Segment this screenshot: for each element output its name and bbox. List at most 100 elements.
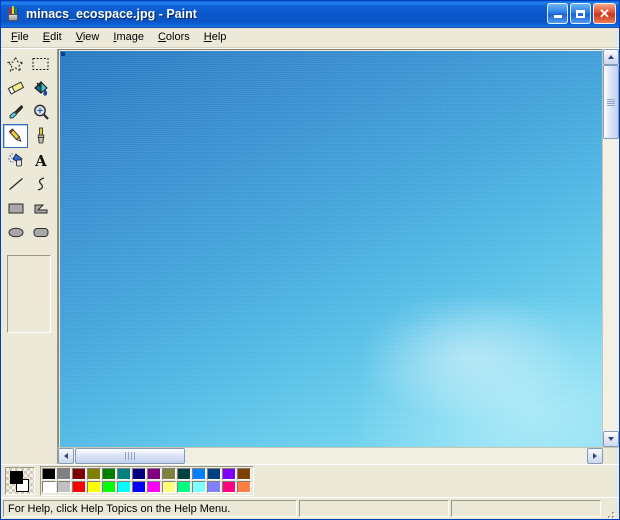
tool-text[interactable]: A xyxy=(28,148,53,172)
menu-item-image[interactable]: Image xyxy=(106,29,151,46)
canvas-pane xyxy=(57,49,619,464)
photo-grain xyxy=(60,51,602,447)
palette-swatches xyxy=(40,466,254,496)
maximize-button[interactable] xyxy=(570,3,591,24)
horizontal-scroll-thumb[interactable] xyxy=(75,448,185,464)
vertical-scroll-thumb[interactable] xyxy=(603,65,619,139)
scroll-left-button[interactable] xyxy=(58,448,74,464)
menu-label-file: ile xyxy=(17,31,29,43)
palette-swatch-1-9[interactable] xyxy=(177,468,191,480)
palette-swatch-1-13[interactable] xyxy=(237,468,251,480)
tool-options-panel xyxy=(7,255,51,333)
chevron-left-icon xyxy=(64,453,68,459)
window-title: minacs_ecospace.jpg - Paint xyxy=(26,7,197,21)
palette-swatch-1-10[interactable] xyxy=(192,468,206,480)
palette-swatch-1-12[interactable] xyxy=(222,468,236,480)
palette-swatch-2-5[interactable] xyxy=(117,481,131,493)
svg-text:A: A xyxy=(34,152,47,168)
menu-label-image: mage xyxy=(116,31,144,43)
tool-pencil[interactable] xyxy=(3,124,28,148)
menu-item-edit[interactable]: Edit xyxy=(36,29,69,46)
paint-window: minacs_ecospace.jpg - Paint ✕ File Edit … xyxy=(0,0,620,520)
tool-fill[interactable] xyxy=(28,76,53,100)
palette-swatch-1-0[interactable] xyxy=(42,468,56,480)
palette-swatch-1-4[interactable] xyxy=(102,468,116,480)
scroll-up-button[interactable] xyxy=(603,49,619,65)
tool-rectangle-select[interactable] xyxy=(28,52,53,76)
tool-rectangle[interactable] xyxy=(3,196,28,220)
menu-label-colors: olors xyxy=(165,31,190,43)
tool-pick-color[interactable] xyxy=(3,100,28,124)
menu-label-edit: dit xyxy=(50,31,62,43)
current-colors-indicator[interactable] xyxy=(5,467,35,495)
palette-swatch-1-3[interactable] xyxy=(87,468,101,480)
client-area: A xyxy=(1,48,619,464)
tool-free-form-select[interactable] xyxy=(3,52,28,76)
foreground-color-swatch[interactable] xyxy=(10,471,23,484)
scrollbar-corner xyxy=(603,448,619,464)
menu-label-help: elp xyxy=(211,31,227,43)
status-panel-2 xyxy=(299,500,449,517)
palette-row-2 xyxy=(42,481,252,494)
menu-item-colors[interactable]: Colors xyxy=(151,29,197,46)
tool-curve[interactable] xyxy=(28,172,53,196)
menu-item-help[interactable]: Help xyxy=(197,29,234,46)
palette-swatch-2-8[interactable] xyxy=(162,481,176,493)
status-panel-3 xyxy=(451,500,601,517)
tool-grid: A xyxy=(3,52,55,244)
menu-item-file[interactable]: File xyxy=(4,29,36,46)
drawing-canvas[interactable] xyxy=(58,49,602,447)
tool-polygon[interactable] xyxy=(28,196,53,220)
palette-swatch-1-6[interactable] xyxy=(132,468,146,480)
resize-grip[interactable] xyxy=(603,500,617,519)
menu-item-view[interactable]: View xyxy=(69,29,107,46)
palette-swatch-1-7[interactable] xyxy=(147,468,161,480)
toolbox: A xyxy=(1,49,57,464)
status-message: For Help, click Help Topics on the Help … xyxy=(3,500,297,517)
palette-swatch-2-4[interactable] xyxy=(102,481,116,493)
palette-swatch-2-3[interactable] xyxy=(87,481,101,493)
palette-swatch-2-6[interactable] xyxy=(132,481,146,493)
canvas-handle[interactable] xyxy=(61,52,65,56)
vertical-scroll-track[interactable] xyxy=(603,139,619,431)
palette-swatch-2-9[interactable] xyxy=(177,481,191,493)
tool-magnifier[interactable] xyxy=(28,100,53,124)
palette-swatch-2-2[interactable] xyxy=(72,481,86,493)
tool-airbrush[interactable] xyxy=(3,148,28,172)
tool-ellipse[interactable] xyxy=(3,220,28,244)
scroll-right-button[interactable] xyxy=(587,448,603,464)
palette-swatch-1-1[interactable] xyxy=(57,468,71,480)
close-button[interactable]: ✕ xyxy=(593,3,616,24)
color-palette-bar xyxy=(1,464,619,497)
menu-label-view: iew xyxy=(82,31,100,43)
title-bar[interactable]: minacs_ecospace.jpg - Paint ✕ xyxy=(1,1,619,28)
tool-line[interactable] xyxy=(3,172,28,196)
palette-swatch-2-0[interactable] xyxy=(42,481,56,493)
minimize-button[interactable] xyxy=(547,3,568,24)
caption-buttons: ✕ xyxy=(547,3,616,24)
tool-eraser[interactable] xyxy=(3,76,28,100)
palette-swatch-1-5[interactable] xyxy=(117,468,131,480)
status-bar: For Help, click Help Topics on the Help … xyxy=(1,497,619,519)
vertical-scrollbar[interactable] xyxy=(602,49,619,447)
palette-swatch-2-10[interactable] xyxy=(192,481,206,493)
chevron-right-icon xyxy=(593,453,597,459)
tool-rounded-rectangle[interactable] xyxy=(28,220,53,244)
palette-swatch-2-11[interactable] xyxy=(207,481,221,493)
scroll-down-button[interactable] xyxy=(603,431,619,447)
menu-bar: File Edit View Image Colors Help xyxy=(1,28,619,48)
tool-brush[interactable] xyxy=(28,124,53,148)
horizontal-scrollbar[interactable] xyxy=(58,447,619,464)
palette-row-1 xyxy=(42,468,252,481)
chevron-up-icon xyxy=(608,55,614,59)
palette-swatch-2-13[interactable] xyxy=(237,481,251,493)
palette-swatch-2-1[interactable] xyxy=(57,481,71,493)
palette-swatch-1-2[interactable] xyxy=(72,468,86,480)
palette-swatch-2-12[interactable] xyxy=(222,481,236,493)
paint-cup-icon xyxy=(5,6,21,22)
palette-swatch-2-7[interactable] xyxy=(147,481,161,493)
canvas-row xyxy=(58,49,619,447)
palette-swatch-1-11[interactable] xyxy=(207,468,221,480)
palette-swatch-1-8[interactable] xyxy=(162,468,176,480)
canvas-image[interactable] xyxy=(60,51,602,447)
